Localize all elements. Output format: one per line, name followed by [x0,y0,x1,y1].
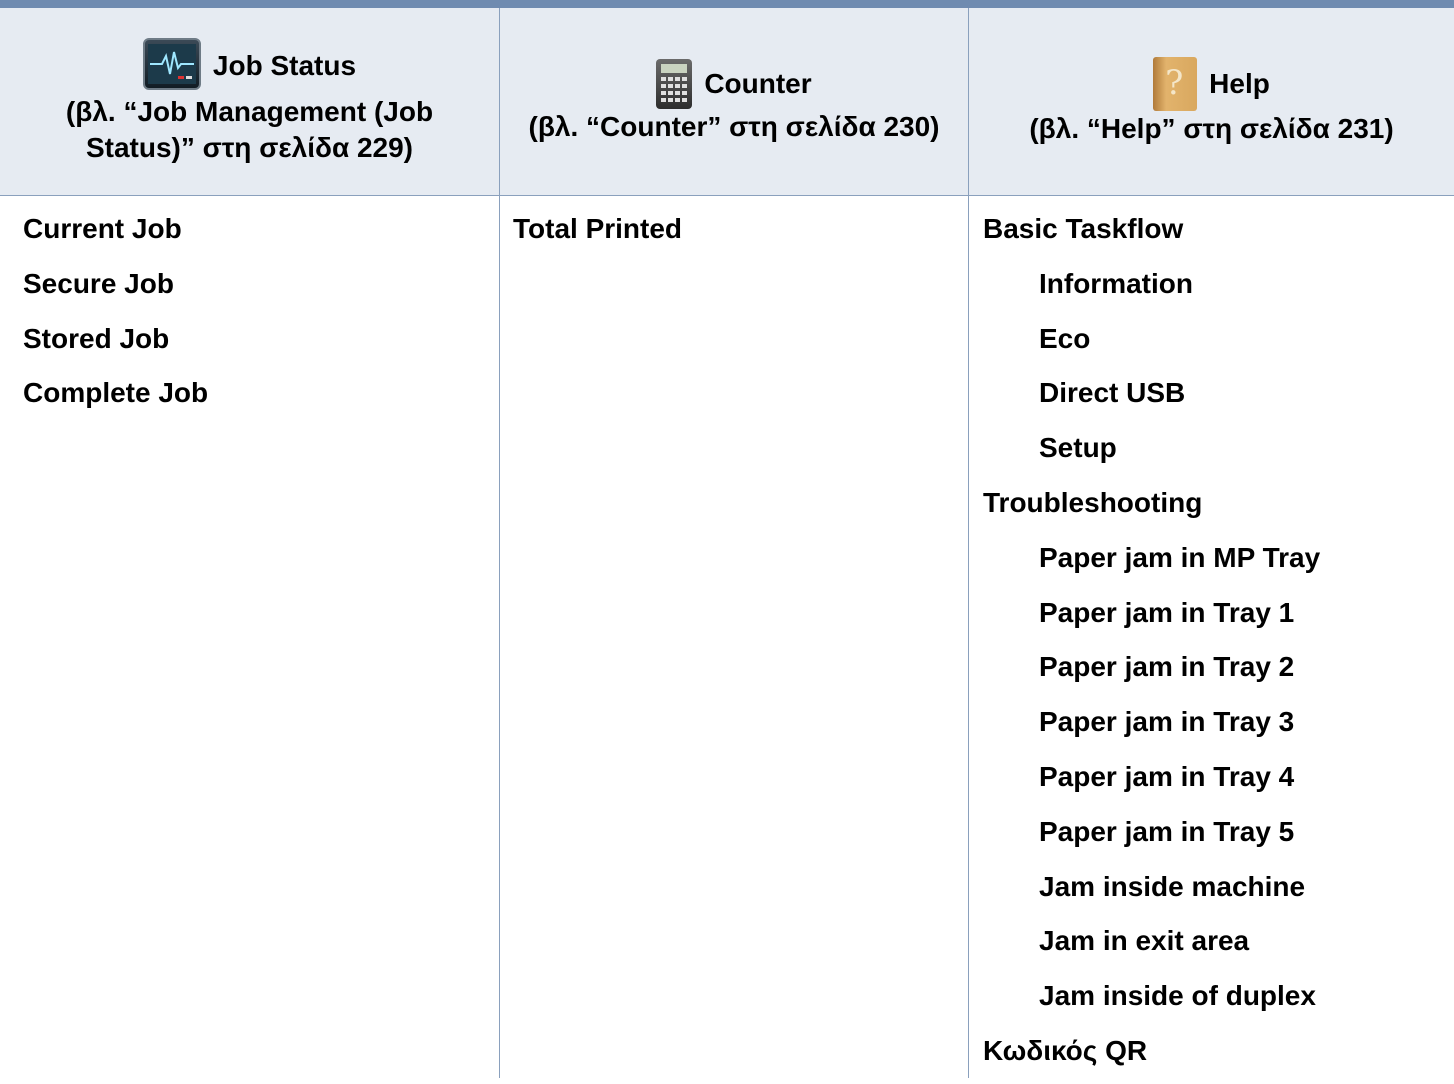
column-title: Help [1209,68,1270,99]
menu-item: Basic Taskflow [983,213,1184,244]
menu-item: Complete Job [23,377,209,409]
column-divider [499,8,500,1078]
header-help: ? Help (βλ. “Help” στη σελίδα 231) [969,8,1454,196]
menu-item: Direct USB [1039,377,1186,409]
table-header-row: Job Status (βλ. “Job Management (Job Sta… [0,8,1454,196]
menu-item: Eco [1039,322,1091,354]
top-rule [0,0,1454,8]
job-status-monitor-icon [142,38,201,90]
column-reference: (βλ. “Counter” στη σελίδα 230) [528,111,940,142]
column-reference-line-2: Status)” στη σελίδα 229) [85,132,414,163]
help-book-icon: ? [1153,57,1198,111]
column-reference-line-1: (βλ. “Job Management (Job [65,96,434,127]
menu-table: Job Status (βλ. “Job Management (Job Sta… [0,0,1454,1078]
menu-item: Paper jam in Tray 5 [1039,815,1295,847]
menu-item: Paper jam in Tray 2 [1039,651,1295,683]
menu-item: Current Job [23,213,182,244]
counter-items: Total Printed [513,196,682,251]
calculator-icon [656,59,693,109]
column-title: Job Status [212,50,357,81]
menu-item: Paper jam in Tray 3 [1039,706,1295,738]
help-items: Basic Taskflow Information Eco Direct USB Se… [983,196,1320,1073]
menu-item: Information [1039,267,1193,299]
header-job-status: Job Status (βλ. “Job Management (Job Sta… [0,8,499,196]
header-counter: Counter (βλ. “Counter” στη σελίδα 230) [500,8,968,196]
job-status-items: Current Job Secure Job Stored Job Complete … [23,196,208,415]
menu-item: Total Printed [513,213,683,244]
column-title: Counter [704,68,812,99]
menu-item: Jam in exit area [1039,925,1250,957]
menu-item: Paper jam in Tray 1 [1039,596,1295,628]
menu-item: Stored Job [23,322,170,354]
column-divider [968,8,969,1078]
menu-item: Jam inside machine [1039,870,1306,902]
menu-item: Paper jam in MP Tray [1039,541,1321,573]
menu-item: Setup [1039,432,1117,464]
menu-item: Κωδικός QR [983,1034,1148,1066]
menu-item: Jam inside of duplex [1039,980,1316,1012]
menu-item: Secure Job [23,267,174,299]
menu-item: Paper jam in Tray 4 [1039,760,1295,792]
menu-item: Troubleshooting [983,486,1203,518]
column-reference: (βλ. “Help” στη σελίδα 231) [1029,113,1394,144]
